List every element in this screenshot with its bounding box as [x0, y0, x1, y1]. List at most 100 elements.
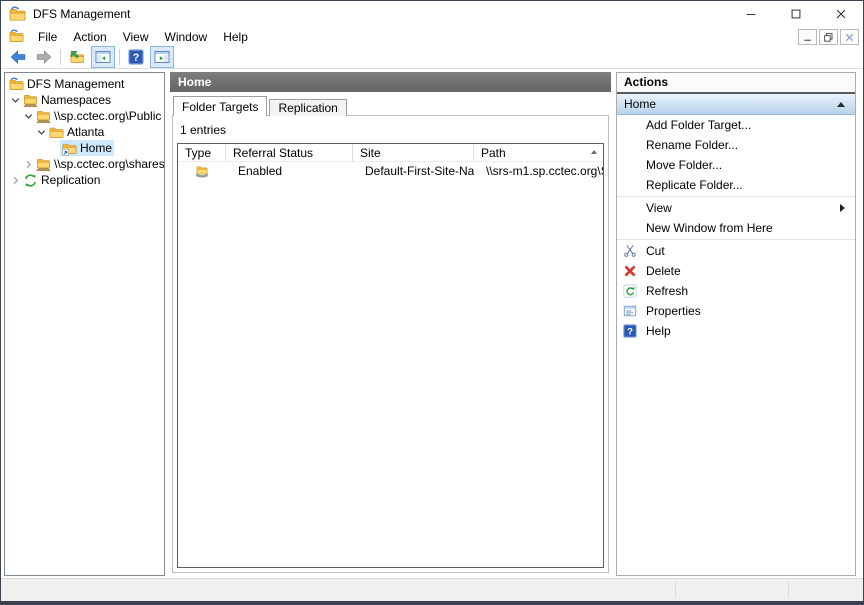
actions-section-header-home[interactable]: Home	[617, 94, 855, 115]
close-button[interactable]	[818, 1, 863, 27]
menu-file[interactable]: File	[30, 28, 65, 46]
tree-item-atlanta[interactable]: Atlanta	[5, 124, 164, 140]
folder-targets-tab-page: 1 entries Type Referral Status Site Path En…	[172, 115, 609, 573]
entries-count-label: 1 entries	[173, 116, 608, 143]
tree-item-replication[interactable]: Replication	[5, 172, 164, 188]
back-button[interactable]	[6, 46, 30, 68]
window-title: DFS Management	[33, 7, 130, 21]
action-label: View	[646, 201, 672, 215]
console-system-menu-icon[interactable]	[9, 29, 24, 44]
help-box-icon: ?	[128, 49, 144, 65]
column-header-referral-status[interactable]: Referral Status	[226, 144, 353, 161]
column-header-label: Type	[185, 146, 211, 160]
mdi-close-button[interactable]	[840, 29, 859, 45]
caption-close-icon	[834, 7, 848, 21]
cell-path: \\srs-m1.sp.cctec.org\Sh...	[474, 164, 603, 178]
up-one-level-icon	[69, 49, 85, 65]
chevron-collapsed-icon[interactable]	[10, 175, 21, 186]
menu-view[interactable]: View	[115, 28, 157, 46]
column-header-path[interactable]: Path	[474, 144, 603, 161]
replication-icon	[23, 173, 38, 188]
maximize-button[interactable]	[773, 1, 818, 27]
action-label: Add Folder Target...	[646, 118, 751, 132]
minimize-button[interactable]	[728, 1, 773, 27]
menu-window[interactable]: Window	[157, 28, 216, 46]
chevron-placeholder	[49, 143, 60, 154]
mdi-minimize-button[interactable]	[798, 29, 817, 45]
folder-target-icon	[195, 164, 209, 178]
status-bar	[1, 578, 863, 601]
actions-separator	[617, 196, 855, 197]
folder-link-icon	[62, 141, 77, 156]
chevron-expanded-icon[interactable]	[36, 127, 47, 138]
chevron-expanded-icon[interactable]	[10, 95, 21, 106]
tree-item-dfs-management[interactable]: DFS Management	[5, 76, 164, 92]
tab-replication[interactable]: Replication	[269, 99, 346, 116]
up-one-level-button[interactable]	[65, 46, 89, 68]
column-header-label: Referral Status	[233, 146, 313, 160]
menu-help[interactable]: Help	[215, 28, 256, 46]
tree-item-sp-cctec-org-public[interactable]: \\sp.cctec.org\Public	[5, 108, 164, 124]
table-header-row: Type Referral Status Site Path	[178, 144, 603, 162]
show-action-pane-button[interactable]	[150, 46, 174, 68]
namespace-icon	[36, 157, 51, 172]
toolbar-separator	[60, 49, 61, 65]
tree-item-namespaces[interactable]: Namespaces	[5, 92, 164, 108]
menu-items: FileActionViewWindowHelp	[30, 28, 256, 46]
tab-folder-targets[interactable]: Folder Targets	[173, 96, 267, 116]
action-pane-icon	[154, 49, 170, 65]
mdi-restore-icon	[823, 32, 834, 43]
dfs-app-icon[interactable]	[9, 6, 26, 23]
actions-section-label: Home	[624, 97, 656, 111]
action-replicate-folder[interactable]: Replicate Folder...	[617, 175, 855, 195]
submenu-arrow-icon	[840, 204, 845, 212]
collapse-section-icon[interactable]	[837, 102, 845, 107]
actions-pane: Actions Home Add Folder Target...Rename …	[616, 72, 856, 576]
tree-item-home[interactable]: Home	[5, 140, 164, 156]
caption-buttons	[728, 1, 863, 27]
action-help[interactable]: ?Help	[617, 321, 855, 341]
actions-separator	[617, 239, 855, 240]
title-bar: DFS Management	[1, 1, 863, 27]
action-properties[interactable]: Properties	[617, 301, 855, 321]
menu-action[interactable]: Action	[65, 28, 114, 46]
mdi-close-icon	[844, 32, 855, 43]
column-header-type[interactable]: Type	[178, 144, 226, 161]
tree-item-sp-cctec-org-shares[interactable]: \\sp.cctec.org\shares	[5, 156, 164, 172]
back-arrow-icon	[10, 49, 26, 65]
cell-referral-status: Enabled	[226, 164, 353, 178]
action-view[interactable]: View	[617, 198, 855, 218]
table-body: EnabledDefault-First-Site-Name\\srs-m1.s…	[178, 162, 603, 179]
results-pane-header: Home	[170, 72, 611, 92]
action-move-folder[interactable]: Move Folder...	[617, 155, 855, 175]
caption-maximize-icon	[789, 7, 803, 21]
action-label: Move Folder...	[646, 158, 722, 172]
action-refresh[interactable]: Refresh	[617, 281, 855, 301]
svg-text:?: ?	[627, 327, 633, 338]
chevron-expanded-icon[interactable]	[23, 111, 34, 122]
help-button[interactable]: ?	[124, 46, 148, 68]
help-box-icon: ?	[623, 324, 637, 338]
chevron-collapsed-icon[interactable]	[23, 159, 34, 170]
action-new-window-from-here[interactable]: New Window from Here	[617, 218, 855, 238]
action-rename-folder[interactable]: Rename Folder...	[617, 135, 855, 155]
toolbar: ?	[1, 46, 863, 69]
mdi-restore-button[interactable]	[819, 29, 838, 45]
action-delete[interactable]: Delete	[617, 261, 855, 281]
tree-item-label: Namespaces	[41, 93, 111, 107]
action-cut[interactable]: Cut	[617, 241, 855, 261]
column-header-label: Path	[481, 146, 506, 160]
forward-button[interactable]	[32, 46, 56, 68]
table-row[interactable]: EnabledDefault-First-Site-Name\\srs-m1.s…	[178, 162, 603, 179]
show-console-tree-button[interactable]	[91, 46, 115, 68]
main-area: DFS ManagementNamespaces\\sp.cctec.org\P…	[1, 69, 863, 579]
results-pane: Home Folder TargetsReplication 1 entries…	[170, 72, 611, 576]
column-header-site[interactable]: Site	[353, 144, 474, 161]
action-add-folder-target[interactable]: Add Folder Target...	[617, 115, 855, 135]
cell-type	[178, 164, 226, 178]
status-bar-divider	[675, 582, 676, 598]
action-label: Refresh	[646, 284, 688, 298]
column-header-label: Site	[360, 146, 381, 160]
caption-minimize-icon	[744, 7, 758, 21]
action-label: Rename Folder...	[646, 138, 738, 152]
